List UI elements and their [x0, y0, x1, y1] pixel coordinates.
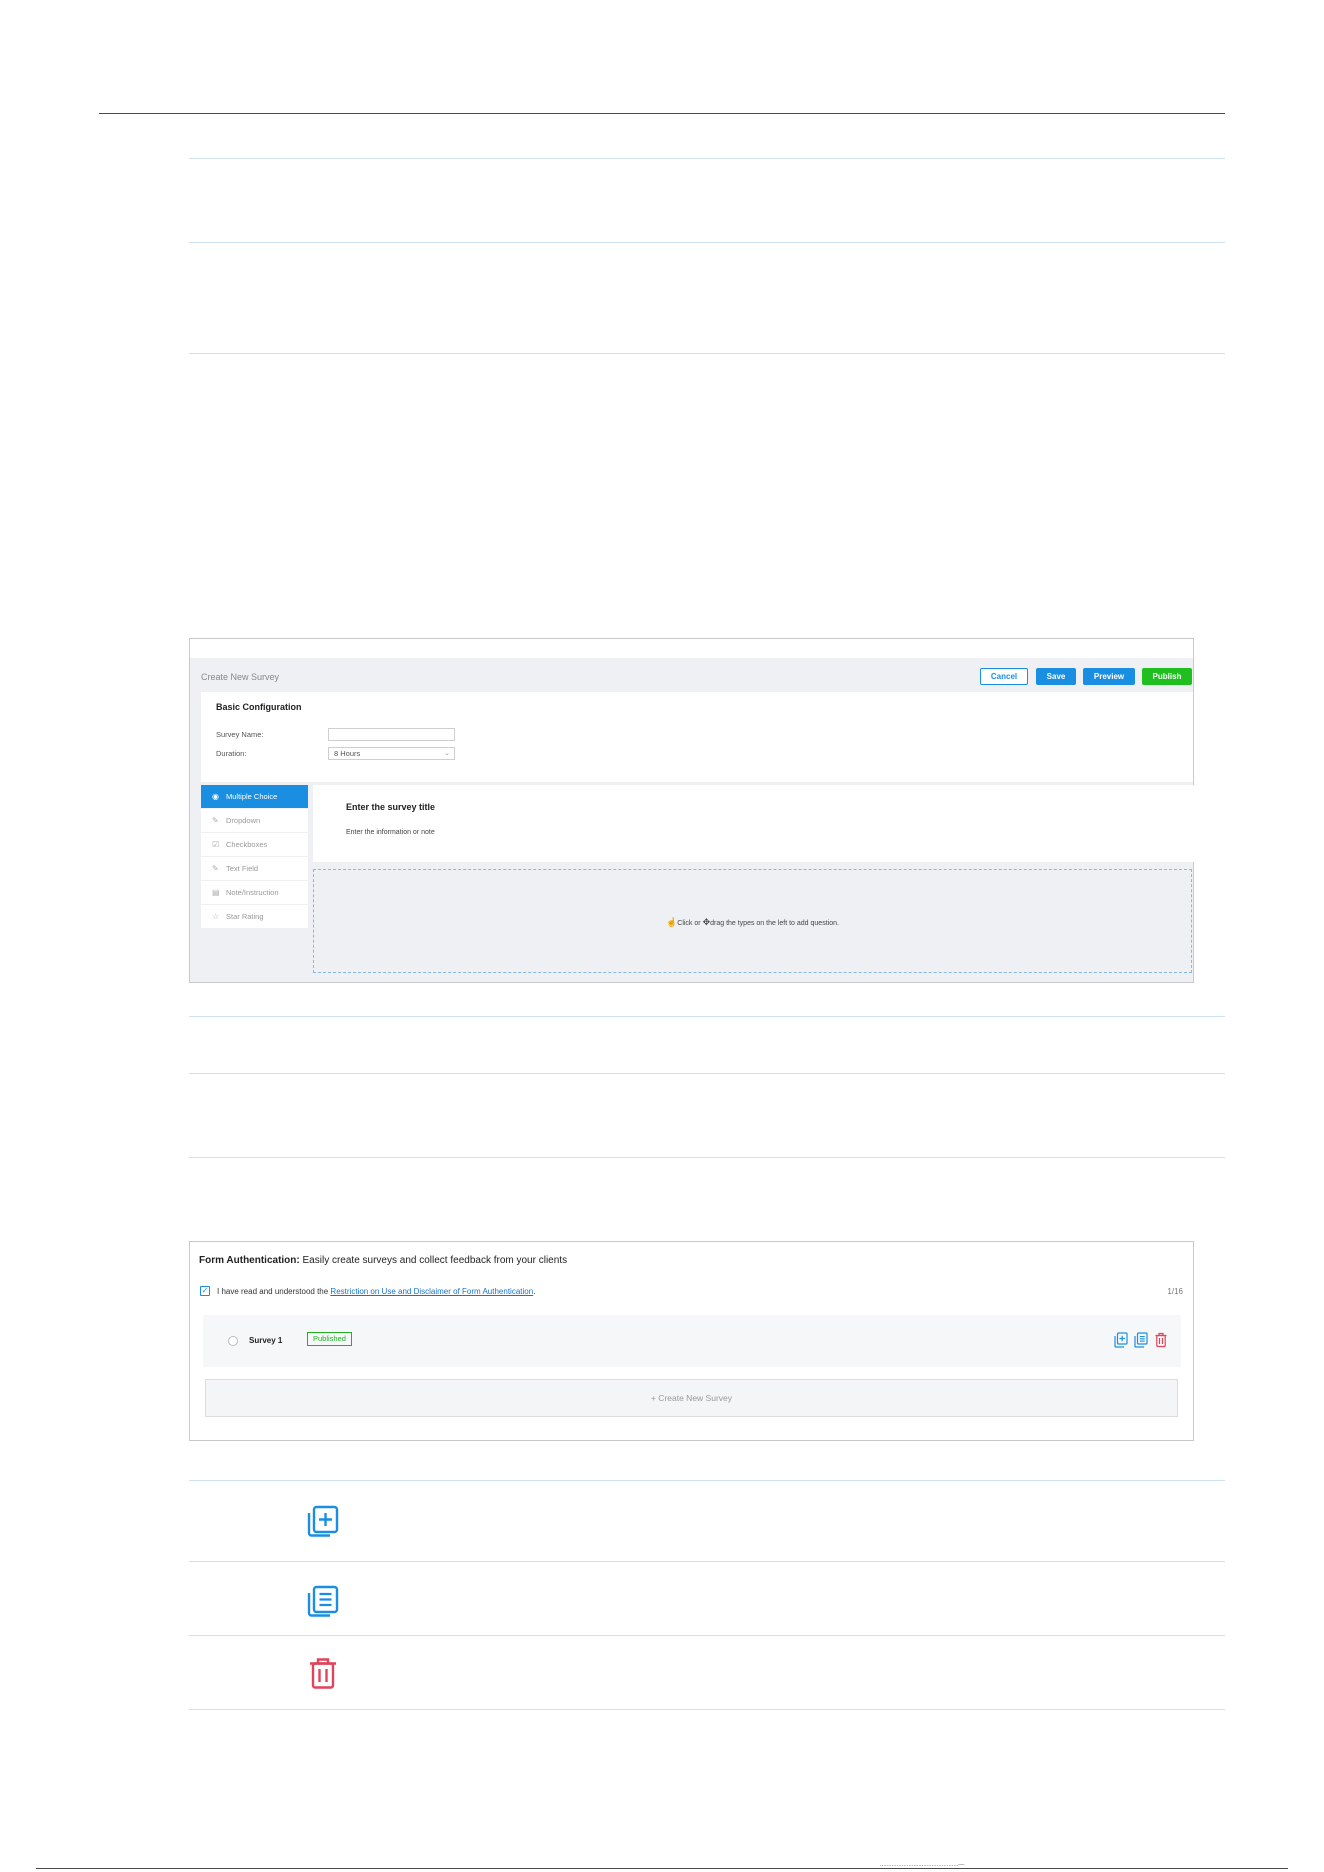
form-authentication-screenshot: Form Authentication: Easily create surve…	[189, 1241, 1194, 1441]
footer-mark: ........................................…	[880, 1862, 965, 1868]
survey-note-placeholder[interactable]: Enter the information or note	[346, 829, 435, 836]
status-badge: Published	[307, 1332, 352, 1346]
survey-row: Survey 1 Published	[203, 1315, 1181, 1367]
publish-button[interactable]: Publish	[1142, 668, 1192, 685]
question-drop-zone[interactable]: ☝Click or ✥drag the types on the left to…	[313, 869, 1192, 973]
create-survey-screenshot: Create New Survey Cancel Save Preview Pu…	[189, 638, 1194, 983]
duration-label: Duration:	[216, 749, 247, 758]
drop-hint: ☝Click or ✥drag the types on the left to…	[314, 917, 1191, 928]
survey-radio[interactable]	[228, 1336, 238, 1346]
survey-name: Survey 1	[249, 1336, 283, 1345]
question-type-label: Checkboxes	[226, 840, 268, 849]
agree-checkbox[interactable]: ✓	[200, 1286, 210, 1296]
duration-value: 8 Hours	[334, 749, 361, 758]
table-rule	[189, 242, 1225, 243]
agree-text: I have read and understood the Restricti…	[217, 1287, 535, 1296]
survey-actions	[1114, 1332, 1168, 1348]
create-survey-panel: Create New Survey Cancel Save Preview Pu…	[190, 658, 1194, 982]
checkbox-icon: ☑	[212, 840, 220, 849]
save-button[interactable]: Save	[1036, 668, 1076, 685]
survey-name-label: Survey Name:	[216, 730, 264, 739]
radio-icon: ◉	[212, 792, 219, 801]
duration-select[interactable]: 8 Hours ⌄	[328, 747, 455, 760]
survey-header-card[interactable]: Enter the survey title Enter the informa…	[313, 785, 1194, 862]
table-rule	[189, 1073, 1225, 1074]
basic-configuration-card: Basic Configuration Survey Name: Duratio…	[201, 692, 1193, 782]
form-auth-title-text: Easily create surveys and collect feedba…	[299, 1255, 568, 1266]
question-type-text-field[interactable]: ✎ Text Field	[201, 857, 308, 880]
table-rule	[189, 1635, 1225, 1636]
table-rule	[189, 1016, 1225, 1017]
preview-button[interactable]: Preview	[1083, 668, 1135, 685]
question-type-label: Multiple Choice	[226, 792, 278, 801]
create-new-survey-button[interactable]: + Create New Survey	[205, 1379, 1178, 1417]
chevron-down-icon: ⌄	[444, 750, 450, 757]
add-copy-icon	[306, 1504, 340, 1543]
form-auth-title: Form Authentication: Easily create surve…	[199, 1255, 567, 1266]
table-rule	[189, 1157, 1225, 1158]
question-type-label: Dropdown	[226, 816, 261, 825]
question-type-label: Star Rating	[226, 912, 264, 921]
question-type-label: Text Field	[226, 864, 259, 873]
question-type-checkboxes[interactable]: ☑ Checkboxes	[201, 833, 308, 856]
copy-icon	[306, 1584, 340, 1623]
edit-icon: ✎	[212, 816, 219, 825]
delete-icon	[306, 1656, 340, 1695]
disclaimer-link[interactable]: Restriction on Use and Disclaimer of For…	[330, 1287, 533, 1296]
copy-icon[interactable]	[1134, 1332, 1148, 1348]
question-type-label: Note/Instruction	[226, 888, 279, 897]
table-rule	[189, 353, 1225, 354]
table-rule	[189, 1709, 1225, 1710]
agree-prefix: I have read and understood the	[217, 1287, 331, 1296]
form-auth-title-bold: Form Authentication:	[199, 1255, 300, 1266]
hand-pointer-icon: ☝	[666, 917, 678, 927]
question-type-note-instruction[interactable]: ▤ Note/Instruction	[201, 881, 308, 904]
survey-name-input[interactable]	[328, 728, 455, 741]
survey-count: 1/16	[1167, 1287, 1183, 1296]
star-icon: ☆	[212, 912, 220, 921]
page-top-rule	[99, 113, 1225, 114]
question-type-dropdown[interactable]: ✎ Dropdown	[201, 809, 308, 832]
section-heading: Basic Configuration	[216, 702, 302, 712]
drop-hint-drag: drag the types on the left to add questi…	[710, 920, 839, 927]
move-icon: ✥	[702, 917, 711, 927]
page-bottom-rule	[36, 1868, 1288, 1869]
table-rule	[189, 1561, 1225, 1562]
edit-icon: ✎	[212, 864, 219, 873]
delete-icon[interactable]	[1154, 1332, 1168, 1348]
add-copy-icon[interactable]	[1114, 1332, 1128, 1348]
cancel-button[interactable]: Cancel	[980, 668, 1028, 685]
question-type-star-rating[interactable]: ☆ Star Rating	[201, 905, 308, 928]
drop-hint-click: Click or	[677, 920, 701, 927]
page-title: Create New Survey	[201, 672, 280, 682]
question-type-multiple-choice[interactable]: ◉ Multiple Choice	[201, 785, 308, 808]
table-rule	[189, 158, 1225, 159]
note-icon: ▤	[212, 888, 220, 897]
table-rule	[189, 1480, 1225, 1481]
agree-suffix: .	[533, 1287, 536, 1296]
survey-title-placeholder[interactable]: Enter the survey title	[346, 802, 435, 812]
